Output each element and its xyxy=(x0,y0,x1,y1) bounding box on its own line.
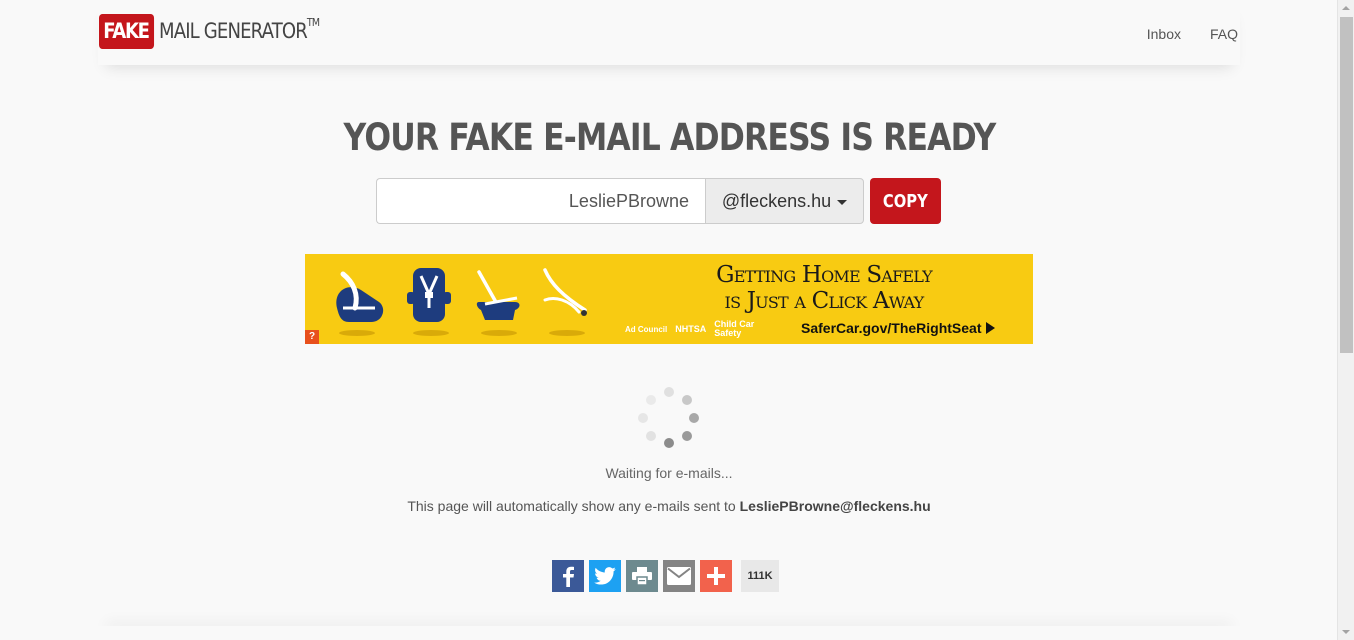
loading-spinner-icon xyxy=(636,386,702,452)
play-arrow-icon xyxy=(985,322,995,334)
infant-car-seat-icon xyxy=(336,271,384,322)
ad-banner[interactable]: Getting Home Safely is Just a Click Away… xyxy=(305,254,1033,344)
nav-inbox-link[interactable]: Inbox xyxy=(1147,26,1181,42)
seat-belt-icon xyxy=(543,268,587,316)
nhtsa-logo: NHTSA xyxy=(675,323,707,334)
facebook-icon xyxy=(563,566,574,587)
scroll-up-arrow-icon[interactable] xyxy=(1342,6,1350,10)
page-title: YOUR FAKE E-MAIL ADDRESS IS READY xyxy=(343,116,996,159)
ad-url-link[interactable]: SaferCar.gov/TheRightSeat xyxy=(801,320,995,336)
email-icon xyxy=(667,567,691,585)
ad-shadow xyxy=(413,330,449,336)
share-count: 111K xyxy=(741,560,779,592)
ad-shadow xyxy=(549,330,585,336)
email-address-display: LesliePBrowne@fleckens.hu xyxy=(739,498,931,514)
scroll-down-arrow-icon[interactable] xyxy=(1342,630,1350,634)
ad-headline: Getting Home Safely is Just a Click Away xyxy=(716,262,933,314)
site-logo[interactable]: FAKE MAIL GENERATORTM xyxy=(99,14,345,49)
scrollbar-thumb[interactable] xyxy=(1340,17,1353,353)
share-more-button[interactable] xyxy=(700,560,732,592)
share-facebook-button[interactable] xyxy=(552,560,584,592)
domain-dropdown[interactable]: @fleckens.hu xyxy=(705,178,864,224)
booster-seat-icon xyxy=(476,270,520,320)
ad-shadow xyxy=(481,330,517,336)
ad-council-logo: Ad Council xyxy=(625,324,668,334)
domain-dropdown-label: @fleckens.hu xyxy=(721,190,832,211)
email-username-input[interactable] xyxy=(376,178,705,224)
logo-text: MAIL GENERATOR xyxy=(159,19,308,43)
site-header: FAKE MAIL GENERATORTM Inbox FAQ xyxy=(98,0,1240,65)
share-email-button[interactable] xyxy=(663,560,695,592)
footer-panel xyxy=(98,626,1240,640)
share-bar: 111K xyxy=(552,560,779,592)
email-address-group: @fleckens.hu COPY xyxy=(376,178,941,224)
nav-faq-link[interactable]: FAQ xyxy=(1210,26,1238,42)
copy-button[interactable]: COPY xyxy=(870,178,941,224)
ad-shadow xyxy=(339,330,375,336)
logo-badge: FAKE xyxy=(99,14,155,49)
chevron-down-icon xyxy=(837,199,848,205)
logo-trademark: TM xyxy=(306,16,320,29)
plus-icon xyxy=(707,567,725,585)
share-print-button[interactable] xyxy=(626,560,658,592)
ad-sponsor-logos: Ad Council NHTSA Child Car Safety xyxy=(625,320,768,338)
share-twitter-button[interactable] xyxy=(589,560,621,592)
page-scrollbar[interactable] xyxy=(1337,0,1354,640)
main-nav: Inbox FAQ xyxy=(1118,26,1240,42)
child-car-safety-logo: Child Car Safety xyxy=(714,319,755,338)
ad-info-badge[interactable]: ? xyxy=(305,330,319,344)
print-icon xyxy=(632,567,652,585)
waiting-status-text: Waiting for e-mails... xyxy=(605,465,733,481)
auto-refresh-note: This page will automatically show any e-… xyxy=(407,498,931,514)
twitter-icon xyxy=(594,567,616,585)
forward-car-seat-icon xyxy=(407,268,451,322)
